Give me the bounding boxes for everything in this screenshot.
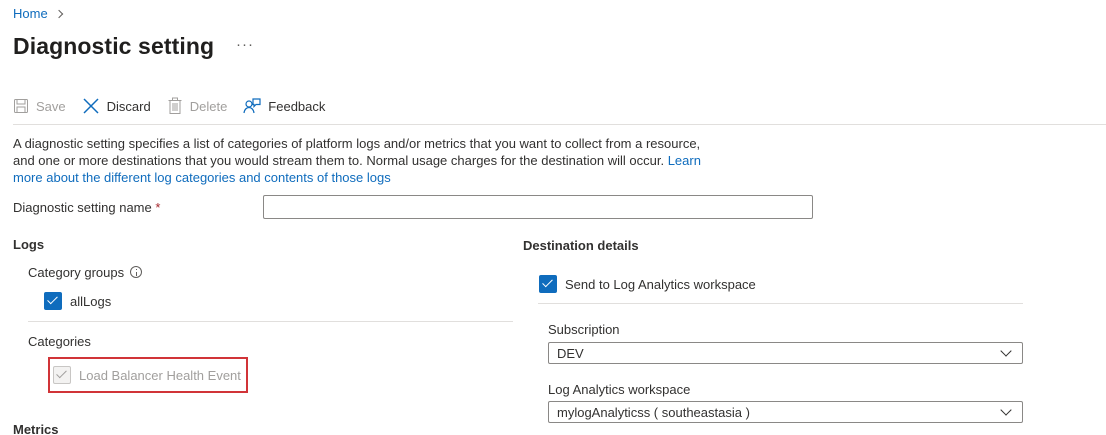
workspace-dropdown[interactable]: mylogAnalyticss ( southeastasia ) (548, 401, 1023, 423)
feedback-button-label: Feedback (268, 98, 326, 114)
delete-button[interactable]: Delete (167, 97, 228, 115)
subscription-dropdown[interactable]: DEV (548, 342, 1023, 364)
more-options-button[interactable]: ··· (236, 36, 254, 53)
category-item-checkbox[interactable]: Load Balancer Health Event (53, 366, 241, 384)
all-logs-checkbox[interactable]: allLogs (44, 292, 111, 310)
discard-button[interactable]: Discard (82, 97, 151, 115)
destination-heading: Destination details (523, 238, 639, 253)
checkbox-disabled-checked-icon (53, 366, 71, 384)
setting-name-label-text: Diagnostic setting name (13, 200, 152, 215)
categories-label: Categories (28, 334, 91, 349)
required-mark: * (155, 200, 161, 215)
trash-icon (168, 97, 182, 114)
chevron-down-icon (1000, 345, 1012, 357)
subscription-value: DEV (557, 345, 584, 361)
save-icon (14, 99, 28, 113)
info-icon[interactable] (130, 266, 143, 278)
all-logs-label: allLogs (70, 293, 112, 309)
discard-button-label: Discard (106, 98, 151, 114)
feedback-icon (243, 98, 261, 114)
setting-name-input[interactable] (263, 195, 813, 219)
feedback-button[interactable]: Feedback (243, 97, 325, 115)
send-law-checkbox[interactable]: Send to Log Analytics workspace (539, 275, 756, 293)
save-button-label: Save (36, 98, 66, 114)
category-item-label: Load Balancer Health Event (79, 367, 241, 383)
category-groups-label: Category groups (28, 265, 143, 280)
page-title: Diagnostic setting (13, 33, 215, 59)
logs-heading: Logs (13, 237, 45, 252)
description-text: A diagnostic setting specifies a list of… (13, 136, 701, 168)
delete-button-label: Delete (189, 98, 228, 114)
chevron-right-icon (54, 9, 63, 18)
close-icon (83, 98, 99, 114)
destination-divider (538, 303, 1023, 304)
chevron-down-icon (1000, 404, 1012, 416)
breadcrumb: Home (13, 6, 63, 21)
logs-divider (28, 321, 513, 322)
checkbox-checked-icon (44, 292, 62, 310)
command-bar: Save Discard Delete Feedback (13, 94, 341, 118)
description: A diagnostic setting specifies a list of… (13, 135, 723, 186)
metrics-heading: Metrics (13, 422, 59, 435)
send-law-label: Send to Log Analytics workspace (565, 276, 756, 292)
checkbox-checked-icon (539, 275, 557, 293)
save-button[interactable]: Save (13, 98, 66, 114)
subscription-label: Subscription (548, 322, 620, 337)
workspace-label: Log Analytics workspace (548, 382, 691, 397)
setting-name-label: Diagnostic setting name * (13, 200, 160, 215)
breadcrumb-home-link[interactable]: Home (13, 6, 48, 21)
category-groups-label-text: Category groups (28, 265, 125, 280)
workspace-value: mylogAnalyticss ( southeastasia ) (557, 404, 750, 420)
toolbar-divider (13, 124, 1106, 125)
